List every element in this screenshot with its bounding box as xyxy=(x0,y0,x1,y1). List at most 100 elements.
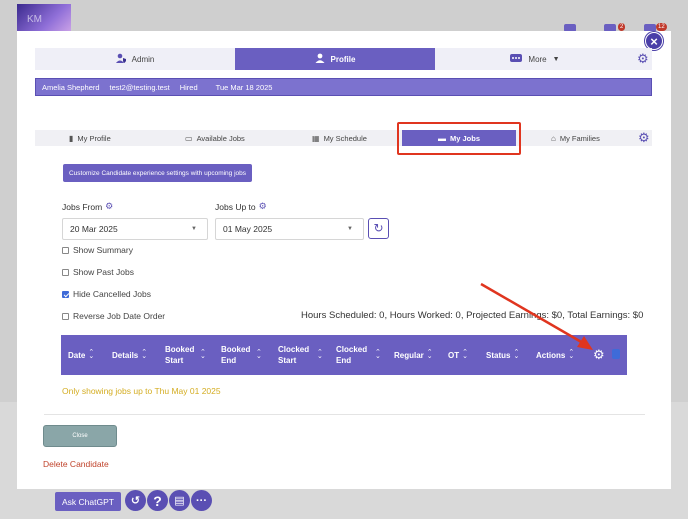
calendar-icon: ▦ xyxy=(312,133,320,143)
jobs-up-to-label: Jobs Up to ⚙ xyxy=(215,201,267,212)
jobs-up-to-select[interactable]: 01 May 2025 ▼ xyxy=(215,218,364,240)
refresh-button[interactable]: ↻ xyxy=(368,218,389,239)
candidate-name: Amelia Shepherd xyxy=(42,82,100,92)
gear-icon[interactable]: ⚙ xyxy=(637,51,649,67)
candidate-status: Hired xyxy=(179,82,198,92)
tab-admin-label: Admin xyxy=(131,54,155,64)
delete-candidate-link[interactable]: Delete Candidate xyxy=(43,459,109,469)
checkbox-icon[interactable] xyxy=(62,268,69,276)
tab-my-profile-label: My Profile xyxy=(77,133,111,143)
highlight-box xyxy=(397,122,521,155)
show-summary-checkbox[interactable]: Show Summary xyxy=(62,245,133,255)
divider xyxy=(44,414,645,415)
sort-icon: ⌃ ⌄ xyxy=(200,349,206,360)
only-showing-note: Only showing jobs up to Thu May 01 2025 xyxy=(62,386,221,396)
user-icon xyxy=(315,53,325,65)
column-clocked-end[interactable]: Clocked End ⌃ ⌄ xyxy=(336,335,386,375)
sort-icon: ⌃ ⌄ xyxy=(513,349,520,360)
tab-more-label: More xyxy=(528,54,547,64)
sort-icon: ⌃ ⌄ xyxy=(426,349,433,360)
checkbox-icon[interactable] xyxy=(62,312,69,320)
hide-cancelled-jobs-label: Hide Cancelled Jobs xyxy=(73,289,151,299)
column-status[interactable]: Status ⌃ ⌄ xyxy=(486,335,519,375)
show-summary-label: Show Summary xyxy=(73,245,133,255)
tab-profile[interactable]: Profile xyxy=(235,48,435,70)
column-date[interactable]: Date ⌃ ⌄ xyxy=(68,335,94,375)
column-details-label: Details xyxy=(112,350,139,360)
sort-icon: ⌃ ⌄ xyxy=(88,349,95,360)
user-shield-icon xyxy=(115,53,126,65)
column-date-label: Date xyxy=(68,350,86,360)
jobs-up-to-value: 01 May 2025 xyxy=(223,224,273,234)
tab-available-jobs[interactable]: ▭ Available Jobs xyxy=(185,130,245,146)
ellipsis-icon xyxy=(510,54,523,64)
help-icon[interactable]: ? xyxy=(147,490,168,511)
notification-badge: 12 xyxy=(656,23,667,31)
sub-tab-bar: ▮ My Profile ▭ Available Jobs ▦ My Sched… xyxy=(35,130,652,146)
column-booked-start[interactable]: Booked Start ⌃ ⌄ xyxy=(165,335,209,375)
gear-icon[interactable]: ⚙ xyxy=(259,201,267,212)
tab-my-families[interactable]: ⌂ My Families xyxy=(551,130,600,146)
close-button[interactable]: Close xyxy=(43,425,117,447)
column-toggle-icon[interactable] xyxy=(612,349,620,359)
column-ot-label: OT xyxy=(448,350,460,360)
candidate-modal xyxy=(17,31,671,489)
tab-more[interactable]: More ▼ xyxy=(435,48,635,70)
sort-icon: ⌃ ⌄ xyxy=(462,349,468,360)
column-actions[interactable]: Actions ⌃ ⌄ xyxy=(536,335,574,375)
jobs-from-label-text: Jobs From xyxy=(62,201,103,212)
reverse-job-date-order-label: Reverse Job Date Order xyxy=(73,311,166,321)
tab-my-profile[interactable]: ▮ My Profile xyxy=(69,130,111,146)
chevron-down-icon: ▼ xyxy=(347,226,353,232)
history-icon[interactable]: ↺ xyxy=(125,490,146,511)
jobs-from-select[interactable]: 20 Mar 2025 ▼ xyxy=(62,218,208,240)
gear-icon[interactable]: ⚙ xyxy=(638,130,650,146)
sort-icon: ⌃ ⌄ xyxy=(375,349,381,360)
show-past-jobs-label: Show Past Jobs xyxy=(73,267,134,277)
tab-available-jobs-label: Available Jobs xyxy=(196,133,245,143)
reverse-job-date-order-checkbox[interactable]: Reverse Job Date Order xyxy=(62,311,165,321)
tab-profile-label: Profile xyxy=(330,54,356,64)
column-clocked-start[interactable]: Clocked Start ⌃ ⌄ xyxy=(278,335,328,375)
jobs-table-header: Date ⌃ ⌄ Details ⌃ ⌄ Booked Start ⌃ ⌄ Booke… xyxy=(61,335,627,375)
document-icon[interactable]: ▤ xyxy=(169,490,190,511)
jobs-up-to-label-text: Jobs Up to xyxy=(215,201,256,212)
refresh-icon: ↻ xyxy=(373,221,384,235)
checkbox-icon[interactable] xyxy=(62,246,69,254)
app-logo: KM xyxy=(17,4,71,34)
earnings-summary: Hours Scheduled: 0, Hours Worked: 0, Pro… xyxy=(301,310,644,321)
tab-my-schedule-label: My Schedule xyxy=(323,133,367,143)
checkbox-checked-icon[interactable] xyxy=(62,290,69,298)
candidate-date: Tue Mar 18 2025 xyxy=(215,82,273,92)
customize-experience-button[interactable]: Customize Candidate experience settings … xyxy=(63,164,252,182)
column-booked-start-label: Booked Start xyxy=(165,345,195,365)
ellipsis-icon[interactable]: ··· xyxy=(191,490,212,511)
column-clocked-start-label: Clocked Start xyxy=(278,345,310,365)
jobs-from-value: 20 Mar 2025 xyxy=(70,224,118,234)
id-card-icon: ▮ xyxy=(69,133,74,143)
tab-my-schedule[interactable]: ▦ My Schedule xyxy=(312,130,367,146)
briefcase-icon: ▭ xyxy=(185,133,193,143)
sort-icon: ⌃ ⌄ xyxy=(141,349,148,360)
ask-chatgpt-button[interactable]: Ask ChatGPT xyxy=(55,492,121,511)
sort-icon: ⌃ ⌄ xyxy=(317,349,323,360)
column-ot[interactable]: OT ⌃ ⌄ xyxy=(448,335,468,375)
notification-badge: 2 xyxy=(618,23,626,31)
gear-icon[interactable]: ⚙ xyxy=(105,201,113,212)
sort-icon: ⌃ ⌄ xyxy=(568,349,575,360)
tab-my-families-label: My Families xyxy=(559,133,600,143)
gear-icon[interactable]: ⚙ xyxy=(593,347,605,363)
column-details[interactable]: Details ⌃ ⌄ xyxy=(112,335,147,375)
top-tab-bar: Admin Profile More ▼ ⚙ xyxy=(35,48,652,70)
tab-admin[interactable]: Admin xyxy=(35,48,235,70)
candidate-info-bar: Amelia Shepherd test2@testing.test Hired… xyxy=(35,78,652,96)
show-past-jobs-checkbox[interactable]: Show Past Jobs xyxy=(62,267,134,277)
sort-icon: ⌃ ⌄ xyxy=(256,349,262,360)
hide-cancelled-jobs-checkbox[interactable]: Hide Cancelled Jobs xyxy=(62,289,151,299)
home-icon: ⌂ xyxy=(551,133,556,143)
column-clocked-end-label: Clocked End xyxy=(336,345,368,365)
candidate-email: test2@testing.test xyxy=(109,82,170,92)
column-regular[interactable]: Regular ⌃ ⌄ xyxy=(394,335,433,375)
column-booked-end[interactable]: Booked End ⌃ ⌄ xyxy=(221,335,265,375)
chevron-down-icon: ▼ xyxy=(191,226,197,232)
